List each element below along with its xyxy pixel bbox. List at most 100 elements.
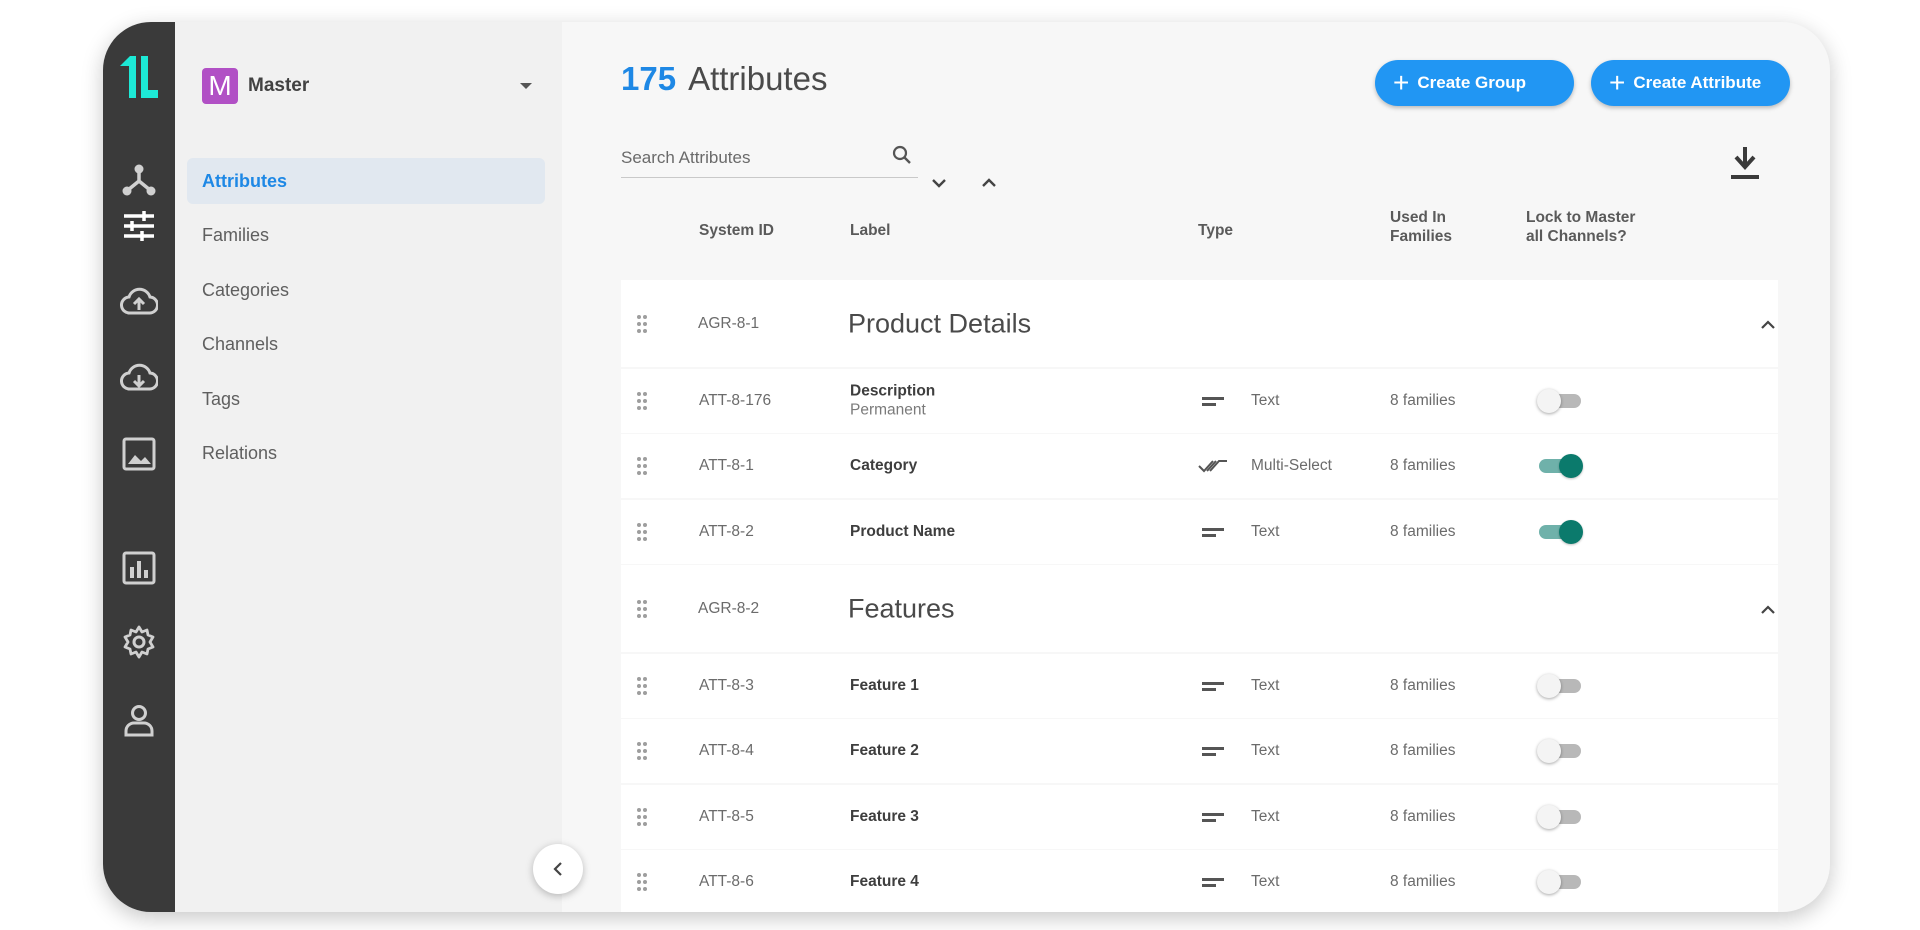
text-icon xyxy=(1202,527,1224,537)
lock-toggle[interactable] xyxy=(1537,739,1583,763)
used-in-families: 8 families xyxy=(1390,676,1456,694)
sidebar-item-relations[interactable]: Relations xyxy=(187,431,545,477)
sidebar-item-categories[interactable]: Categories xyxy=(187,267,545,313)
network-icon[interactable] xyxy=(119,160,159,200)
table-row[interactable]: ATT-8-4 Feature 2 Text 8 families xyxy=(621,719,1778,783)
table-row[interactable]: ATT-8-1 Category Multi-Select 8 families xyxy=(621,434,1778,498)
page-title-text: Attributes xyxy=(688,60,828,97)
table-header: System ID Label Type Used In Families Loc… xyxy=(621,209,1778,262)
group-row[interactable]: AGR-8-1 Product Details xyxy=(621,280,1778,367)
attribute-label: Feature 1 xyxy=(850,676,919,694)
multi-select-icon xyxy=(1198,460,1227,473)
attribute-label: Feature 3 xyxy=(850,807,919,825)
used-in-families: 8 families xyxy=(1390,742,1456,759)
create-group-label: Create Group xyxy=(1417,73,1526,92)
drag-handle-icon[interactable] xyxy=(636,599,648,619)
image-icon[interactable] xyxy=(119,434,159,474)
attribute-type: Text xyxy=(1251,391,1280,409)
group-label: Features xyxy=(848,593,955,623)
table-row[interactable]: ATT-8-3 Feature 1 Text 8 families xyxy=(621,653,1778,718)
lock-toggle[interactable] xyxy=(1537,454,1583,478)
lock-toggle[interactable] xyxy=(1537,804,1583,829)
create-attribute-button[interactable]: + Create Attribute xyxy=(1591,60,1790,106)
table-row[interactable]: ATT-8-5 Feature 3 Text 8 families xyxy=(621,784,1778,849)
group-row[interactable]: AGR-8-2 Features xyxy=(621,565,1778,652)
plus-icon: + xyxy=(1609,67,1626,98)
workspace-selector[interactable]: M Master xyxy=(202,68,532,104)
sidebar-item-attributes[interactable]: Attributes xyxy=(187,158,545,204)
sliders-icon[interactable] xyxy=(119,206,159,246)
sidebar-item-families[interactable]: Families xyxy=(187,213,545,259)
col-system-id[interactable]: System ID xyxy=(699,221,774,240)
workspace-name: Master xyxy=(248,75,310,96)
attribute-label: Description Permanent xyxy=(850,382,936,418)
attribute-id: ATT-8-6 xyxy=(699,873,754,890)
download-icon[interactable] xyxy=(1729,145,1761,181)
attribute-label: Category xyxy=(850,457,918,474)
sidebar-nav: Attributes Families Categories Channels … xyxy=(187,158,545,485)
logo-icon[interactable] xyxy=(116,52,162,102)
group-id: AGR-8-2 xyxy=(698,599,760,617)
attribute-count: 175 xyxy=(621,60,677,97)
create-group-button[interactable]: + Create Group xyxy=(1375,60,1574,106)
group-label: Product Details xyxy=(848,308,1032,338)
expand-all-icon[interactable] xyxy=(928,172,950,194)
used-in-families: 8 families xyxy=(1390,873,1456,890)
plus-icon: + xyxy=(1393,67,1410,98)
attribute-id: ATT-8-1 xyxy=(699,457,754,474)
lock-toggle[interactable] xyxy=(1537,519,1583,544)
sidebar-item-tags[interactable]: Tags xyxy=(187,376,545,422)
drag-handle-icon[interactable] xyxy=(636,807,648,827)
chart-icon[interactable] xyxy=(119,548,159,588)
attribute-sublabel: Permanent xyxy=(850,401,926,418)
used-in-families: 8 families xyxy=(1390,391,1456,409)
col-label[interactable]: Label xyxy=(850,221,890,240)
cloud-upload-icon[interactable] xyxy=(119,282,159,322)
group-id: AGR-8-1 xyxy=(698,314,760,332)
attribute-id: ATT-8-176 xyxy=(699,391,772,409)
used-in-families: 8 families xyxy=(1390,522,1456,540)
icon-rail xyxy=(103,22,175,912)
col-lock[interactable]: Lock to Master all Channels? xyxy=(1526,208,1635,246)
search-box xyxy=(621,141,918,178)
attribute-type: Text xyxy=(1251,873,1280,890)
drag-handle-icon[interactable] xyxy=(636,314,648,334)
table-row[interactable]: ATT-8-2 Product Name Text 8 families xyxy=(621,499,1778,564)
drag-handle-icon[interactable] xyxy=(636,872,648,892)
sidebar-item-channels[interactable]: Channels xyxy=(187,322,545,368)
lock-toggle[interactable] xyxy=(1537,388,1583,413)
page-title: 175 Attributes xyxy=(621,60,827,98)
cloud-download-icon[interactable] xyxy=(119,358,159,398)
search-icon[interactable] xyxy=(890,143,914,167)
sidebar: M Master Attributes Families Categories … xyxy=(175,22,562,912)
lock-toggle[interactable] xyxy=(1537,673,1583,698)
table-row[interactable]: ATT-8-6 Feature 4 Text 8 families xyxy=(621,850,1778,912)
drag-handle-icon[interactable] xyxy=(636,391,648,411)
lock-toggle[interactable] xyxy=(1537,870,1583,894)
search-input[interactable] xyxy=(621,141,881,175)
main-content: 175 Attributes + Create Group + Create At… xyxy=(562,22,1830,912)
workspace-badge: M xyxy=(202,68,238,104)
attribute-label: Feature 2 xyxy=(850,742,919,759)
attributes-table: AGR-8-1 Product Details ATT-8-176 Descri… xyxy=(621,280,1778,912)
attribute-type: Text xyxy=(1251,676,1280,694)
attribute-id: ATT-8-4 xyxy=(699,742,754,759)
drag-handle-icon[interactable] xyxy=(636,456,648,476)
drag-handle-icon[interactable] xyxy=(636,676,648,696)
user-icon[interactable] xyxy=(119,700,159,740)
drag-handle-icon[interactable] xyxy=(636,522,648,542)
table-row[interactable]: ATT-8-176 Description Permanent Text 8 fa… xyxy=(621,368,1778,433)
chevron-down-icon xyxy=(520,83,532,89)
attribute-id: ATT-8-2 xyxy=(699,522,754,540)
col-used-in[interactable]: Used In Families xyxy=(1390,208,1452,246)
attribute-id: ATT-8-5 xyxy=(699,807,754,825)
drag-handle-icon[interactable] xyxy=(636,741,648,761)
collapse-all-icon[interactable] xyxy=(978,172,1000,194)
col-type[interactable]: Type xyxy=(1198,221,1233,240)
text-icon xyxy=(1202,878,1224,887)
text-icon xyxy=(1202,396,1224,406)
chevron-up-icon[interactable] xyxy=(1759,601,1777,617)
chevron-up-icon[interactable] xyxy=(1759,316,1777,332)
gear-icon[interactable] xyxy=(119,622,159,662)
create-attribute-label: Create Attribute xyxy=(1633,73,1762,92)
